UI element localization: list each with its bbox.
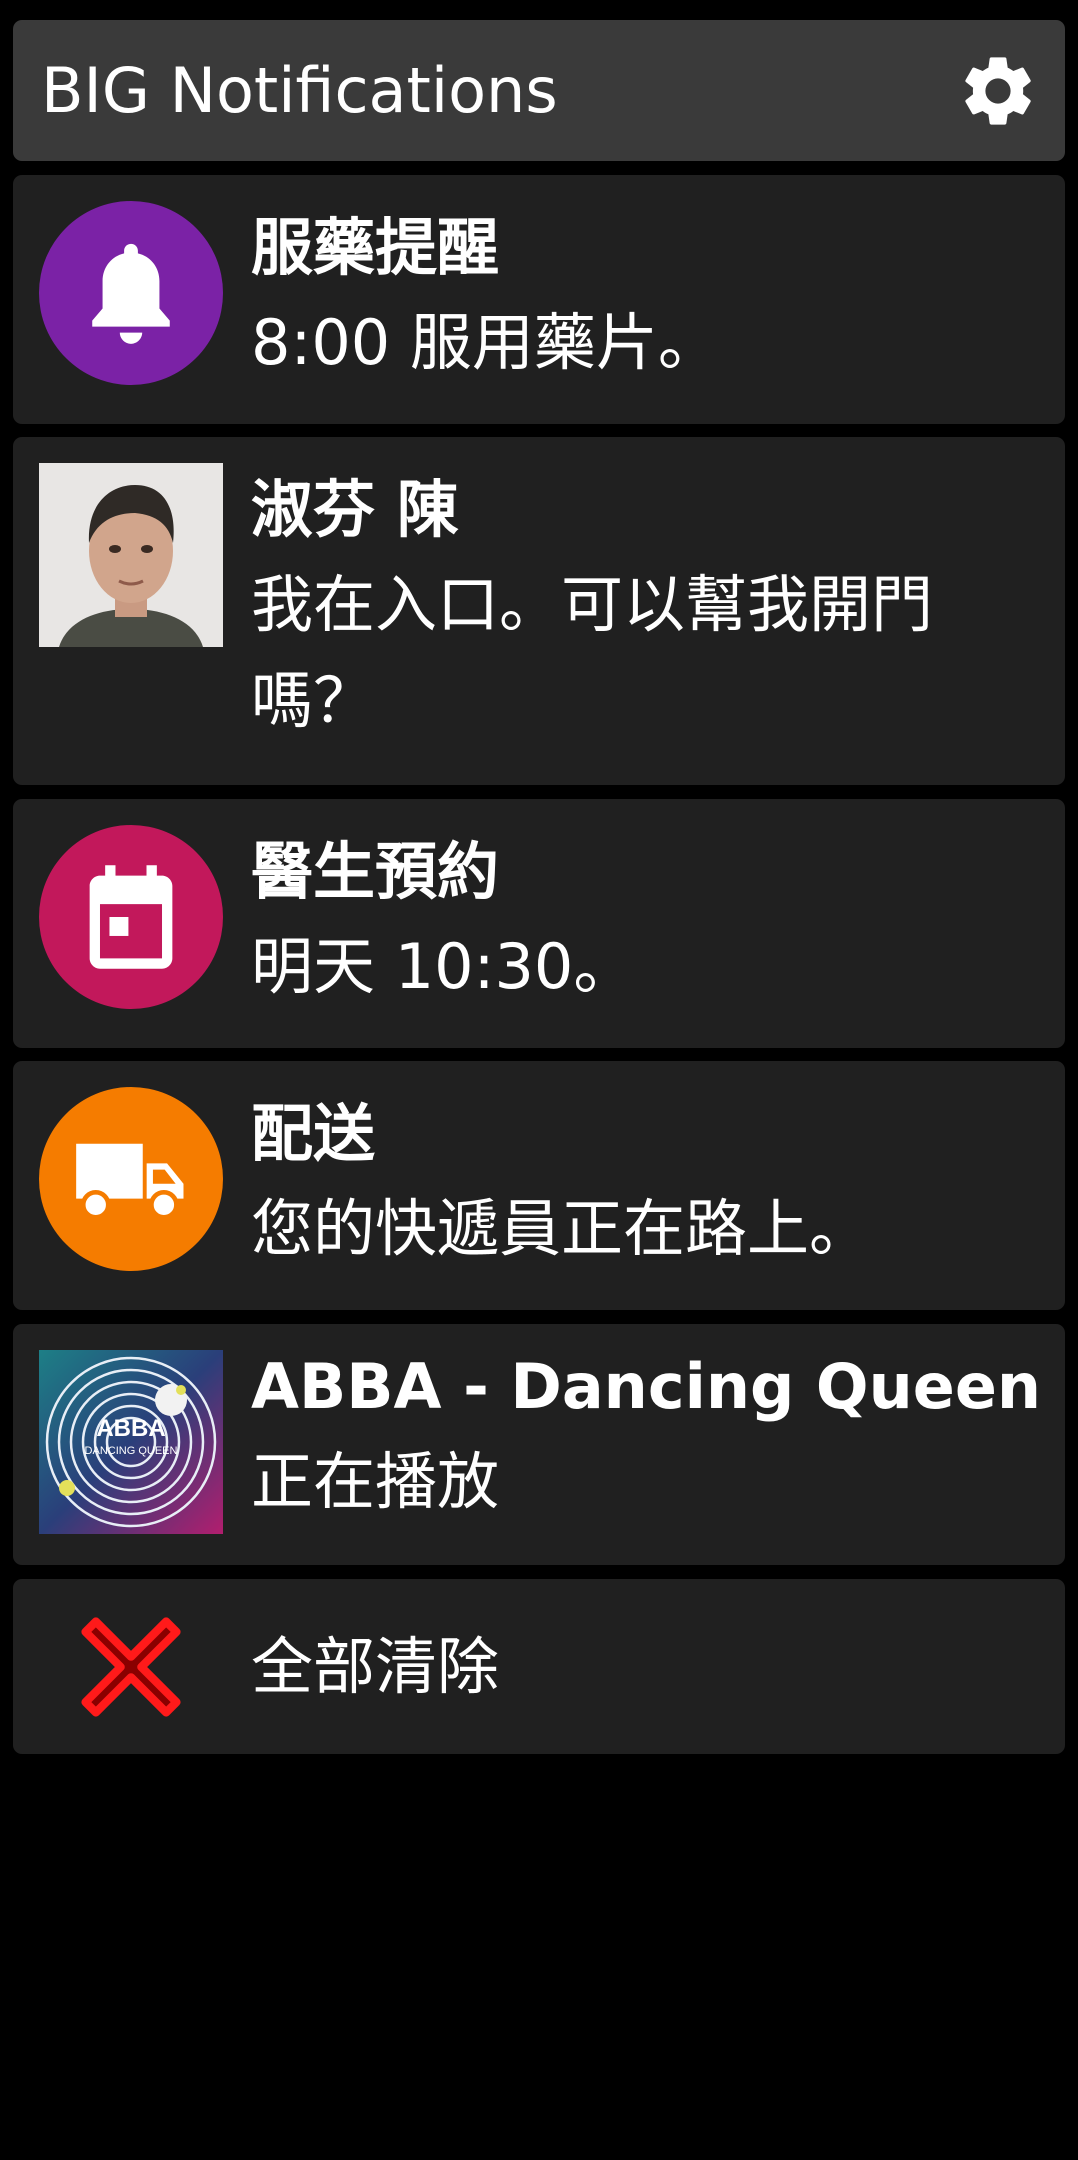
clear-all-icon-wrap [39, 1579, 223, 1754]
notification-text: 配送 您的快遞員正在路上。 [251, 1087, 1025, 1277]
notification-icon-badge [39, 201, 223, 385]
notification-title: 配送 [251, 1097, 376, 1170]
notification-title: 服藥提醒 [251, 211, 500, 284]
contact-photo [39, 463, 223, 647]
notification-card-now-playing[interactable]: ABBA DANCING QUEEN ABBA - Dancing Queen … [13, 1324, 1065, 1565]
app-title: BIG Notifications [41, 54, 558, 127]
app-header: BIG Notifications [13, 20, 1065, 161]
album-art-title: ABBA [96, 1415, 165, 1442]
notification-text: 服藥提醒 8:00 服用藥片。 [251, 201, 1025, 391]
notification-card-medication[interactable]: 服藥提醒 8:00 服用藥片。 [13, 175, 1065, 424]
notification-body: 明天 10:30。 [251, 930, 636, 1003]
album-art-image: ABBA DANCING QUEEN [39, 1350, 223, 1534]
notification-body: 正在播放 [251, 1445, 500, 1518]
notification-body: 我在入口。可以幫我開門嗎？ [251, 568, 934, 737]
album-art: ABBA DANCING QUEEN [39, 1350, 223, 1534]
notification-card-delivery[interactable]: 配送 您的快遞員正在路上。 [13, 1061, 1065, 1310]
notification-icon-badge [39, 825, 223, 1009]
clear-all-button[interactable]: 全部清除 [13, 1579, 1065, 1754]
clear-all-label: 全部清除 [251, 1630, 500, 1703]
notification-card-appointment[interactable]: 醫生預約 明天 10:30。 [13, 799, 1065, 1048]
notification-title: ABBA - Dancing Queen [251, 1350, 1042, 1423]
calendar-icon [89, 865, 173, 969]
notification-text: ABBA - Dancing Queen 正在播放 [251, 1340, 1042, 1530]
gear-icon [965, 57, 1031, 125]
notification-body: 您的快遞員正在路上。 [251, 1192, 872, 1265]
notification-title: 醫生預約 [251, 835, 500, 908]
notification-text: 淑芬 陳 我在入口。可以幫我開門嗎？ [251, 463, 1025, 749]
notification-title: 淑芬 陳 [251, 473, 459, 546]
truck-icon [76, 1143, 184, 1220]
album-art-subtitle: DANCING QUEEN [85, 1445, 178, 1457]
notification-text: 醫生預約 明天 10:30。 [251, 825, 1025, 1015]
settings-button[interactable] [955, 48, 1041, 134]
notification-body: 8:00 服用藥片。 [251, 306, 720, 379]
close-icon [81, 1616, 181, 1717]
avatar [39, 463, 223, 647]
notification-icon-badge [39, 1087, 223, 1271]
bell-icon [92, 243, 170, 344]
notification-card-message[interactable]: 淑芬 陳 我在入口。可以幫我開門嗎？ [13, 437, 1065, 785]
